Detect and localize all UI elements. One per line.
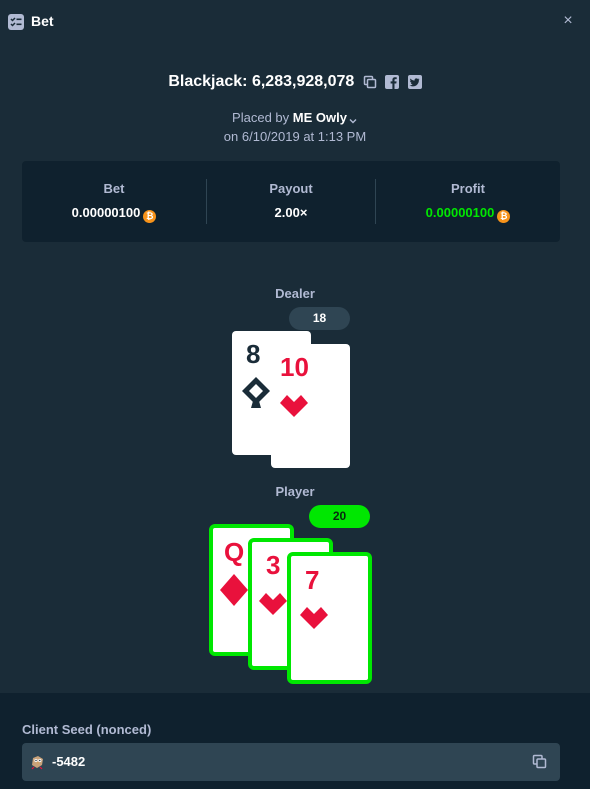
modal-header: Bet × bbox=[0, 0, 590, 44]
client-seed-label: Client Seed (nonced) bbox=[22, 722, 152, 737]
stat-payout: Payout 2.00× bbox=[207, 161, 375, 242]
dealer-score-badge: 18 bbox=[289, 307, 350, 330]
seed-section: Client Seed (nonced) -5482 bbox=[0, 693, 590, 789]
client-seed-value: -5482 bbox=[52, 754, 86, 769]
chevron-down-icon[interactable] bbox=[348, 114, 358, 124]
client-seed-field[interactable]: -5482 bbox=[22, 743, 560, 781]
stat-bet-value: 0.00000100 bbox=[71, 205, 141, 220]
heart-icon bbox=[259, 593, 287, 615]
heart-icon bbox=[300, 607, 328, 629]
bet-date: on 6/10/2019 at 1:13 PM bbox=[223, 129, 367, 144]
card-rank: 3 bbox=[266, 550, 281, 580]
stat-profit: Profit 0.00000100 ₿ bbox=[376, 161, 560, 242]
heart-icon bbox=[280, 395, 308, 417]
dealer-label: Dealer bbox=[275, 286, 315, 301]
stat-profit-value: 0.00000100 bbox=[425, 205, 495, 220]
card-rank: 10 bbox=[280, 352, 309, 382]
stat-profit-value-row: 0.00000100 ₿ bbox=[376, 205, 560, 223]
twitter-icon[interactable] bbox=[407, 75, 422, 89]
close-icon[interactable]: × bbox=[560, 13, 576, 29]
copy-icon[interactable] bbox=[363, 75, 377, 89]
stat-bet: Bet 0.00000100 ₿ bbox=[22, 161, 206, 242]
stat-payout-label: Payout bbox=[269, 181, 313, 196]
player-score-badge: 20 bbox=[309, 505, 370, 528]
bitcoin-icon: ₿ bbox=[143, 210, 157, 223]
bet-list-icon bbox=[8, 14, 24, 30]
diamond-icon bbox=[220, 574, 248, 606]
bet-title: Blackjack: 6,283,928,078 bbox=[168, 73, 355, 90]
dealer-card-2: 10 bbox=[271, 344, 350, 468]
card-rank: 7 bbox=[305, 565, 320, 595]
player-label: Player bbox=[275, 484, 315, 499]
copy-icon[interactable] bbox=[532, 754, 547, 769]
bet-stats-panel: Bet 0.00000100 ₿ Payout 2.00× Profit 0.00… bbox=[22, 161, 560, 242]
spade-icon bbox=[242, 377, 270, 408]
stat-bet-value-row: 0.00000100 ₿ bbox=[22, 205, 206, 223]
card-rank: Q bbox=[224, 537, 245, 567]
placed-by: Placed by ME Owly bbox=[0, 110, 590, 125]
facebook-icon[interactable] bbox=[385, 75, 400, 89]
owl-icon bbox=[31, 756, 43, 770]
card-rank: 8 bbox=[246, 339, 261, 369]
stat-profit-label: Profit bbox=[451, 181, 485, 196]
placed-by-user[interactable]: ME Owly bbox=[293, 110, 347, 125]
player-card-3: 7 bbox=[287, 552, 372, 684]
stat-bet-label: Bet bbox=[103, 181, 125, 196]
stat-payout-value: 2.00× bbox=[274, 205, 308, 220]
bitcoin-icon: ₿ bbox=[497, 210, 511, 223]
bet-title-row: Blackjack: 6,283,928,078 bbox=[0, 73, 590, 93]
modal-title: Bet bbox=[31, 13, 54, 29]
placed-by-prefix: Placed by bbox=[232, 110, 290, 125]
